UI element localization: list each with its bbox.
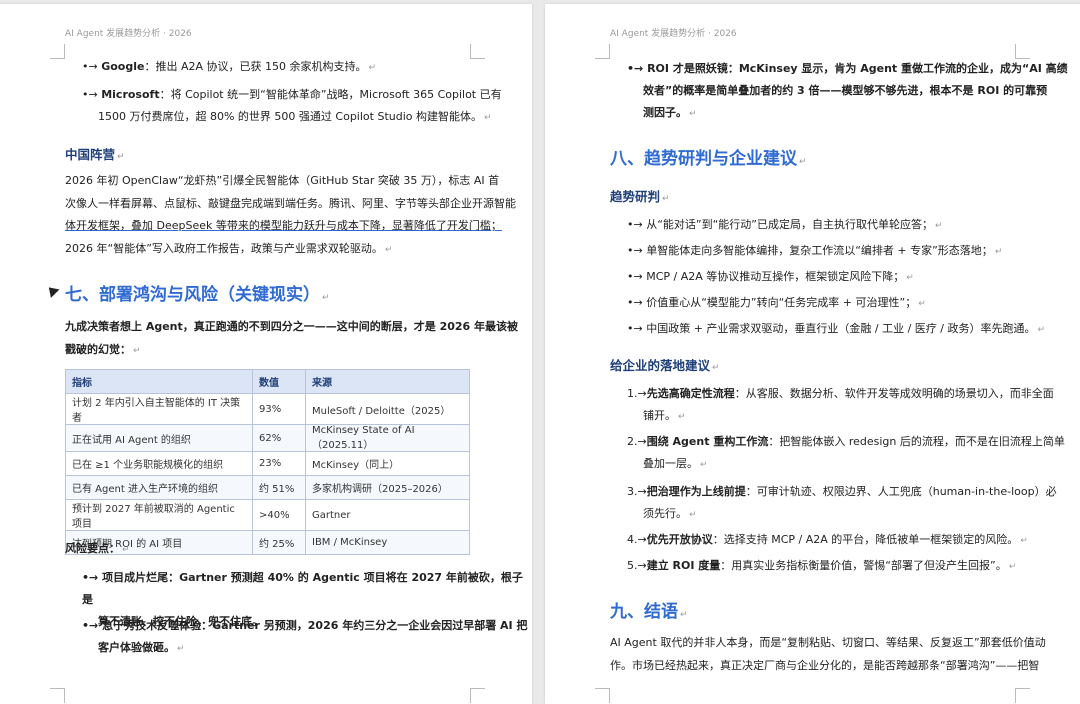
table-cell: 正在试用 AI Agent 的组织 (65, 424, 253, 452)
table-cell: 约 25% (252, 530, 306, 555)
advice-item: 1.→先选高确定性流程：从客服、数据分析、软件开发等成效明确的场景切入，而非全面… (627, 387, 1054, 422)
paragraph-china: 2026 年初 OpenClaw“龙虾热”引爆全民智能体（GitHub Star… (65, 174, 516, 255)
advice-item: 2.→围绕 Agent 重构工作流：把智能体嵌入 redesign 后的流程，而… (627, 435, 1065, 470)
table-cell: Gartner (305, 499, 470, 531)
margin-corner (595, 44, 610, 59)
table-cell: 约 51% (252, 475, 306, 500)
table-row: 已有 Agent 进入生产环境的组织 约 51% 多家机构调研（2025–202… (65, 475, 470, 500)
trend-bullet: •→ 中国政策 + 产业需求双驱动，垂直行业（金融 / 工业 / 医疗 / 政务… (627, 322, 1046, 335)
margin-corner (1015, 44, 1030, 59)
table-header-cell: 数值 (252, 369, 306, 394)
table-row: 已在 ≥1 个业务职能规模化的组织 23% McKinsey（同上） (65, 451, 470, 476)
conclusion-paragraph: AI Agent 取代的并非人本身，而是“复制粘贴、切窗口、等结果、反复返工”那… (610, 636, 1046, 672)
table-row: 正在试用 AI Agent 的组织 62% McKinsey State of … (65, 424, 470, 452)
advice-item: 3.→把治理作为上线前提：可审计轨迹、权限边界、人工兜底（human-in-th… (627, 485, 1057, 520)
table-cell: >40% (252, 499, 306, 531)
heading-china: 中国阵营 ↵ (65, 147, 125, 162)
table-cell: 62% (252, 424, 306, 452)
heading-trends: 趋势研判 ↵ (610, 189, 670, 204)
document-page-right: AI Agent 发展趋势分析 · 2026 •→ ROI 才是照妖镜：McKi… (545, 4, 1080, 704)
table-header-row: 指标 数值 来源 (65, 369, 470, 394)
table-row: 计划 2 年内引入自主智能体的 IT 决策者 93% MuleSoft / De… (65, 393, 470, 425)
intro-paragraph: 九成决策者想上 Agent，真正跑通的不到四分之一——这中间的断层，才是 202… (65, 320, 519, 356)
margin-corner (595, 688, 610, 703)
section-8-title: 八、趋势研判与企业建议 ↵ (610, 149, 807, 169)
table-header-cell: 指标 (65, 369, 253, 394)
table-cell: 多家机构调研（2025–2026） (305, 475, 470, 500)
margin-corner (470, 688, 485, 703)
table-cell: McKinsey State of AI（2025.11） (305, 424, 470, 452)
table-row: 预计到 2027 年前被取消的 Agentic 项目 >40% Gartner (65, 499, 470, 531)
section-9-title: 九、结语 ↵ (610, 602, 688, 622)
margin-corner (470, 44, 485, 59)
page-header: AI Agent 发展趋势分析 · 2026 (610, 29, 737, 39)
margin-corner (50, 44, 65, 59)
table-cell: 已在 ≥1 个业务职能规模化的组织 (65, 451, 253, 476)
risk-heading: 风险要点： ↵ (65, 542, 130, 555)
trend-bullet: •→ MCP / A2A 等协议推动互操作，框架锁定风险下降； ↵ (627, 270, 914, 283)
document-page-left: AI Agent 发展趋势分析 · 2026 •→ Google：推出 A2A … (0, 4, 532, 704)
margin-corner (1015, 688, 1030, 703)
bullet-google: •→ Google：推出 A2A 协议，已获 150 余家机构支持。 ↵ (82, 60, 377, 73)
table-cell: IBM / McKinsey (305, 530, 470, 555)
section-7-title: 七、部署鸿沟与风险（关键现实） ↵ (65, 285, 330, 305)
deployment-stats-table: 指标 数值 来源 计划 2 年内引入自主智能体的 IT 决策者 93% Mule… (65, 369, 470, 555)
page-header: AI Agent 发展趋势分析 · 2026 (65, 29, 192, 39)
trend-bullet: •→ 价值重心从“模型能力”转向“任务完成率 + 可治理性”； ↵ (627, 296, 926, 309)
table-cell: 23% (252, 451, 306, 476)
roi-bullet: •→ ROI 才是照妖镜：McKinsey 显示，肯为 Agent 重做工作流的… (627, 62, 1068, 119)
table-cell: McKinsey（同上） (305, 451, 470, 476)
collapse-heading-toggle[interactable] (44, 283, 60, 298)
table-cell: 预计到 2027 年前被取消的 Agentic 项目 (65, 499, 253, 531)
margin-corner (50, 688, 65, 703)
table-header-cell: 来源 (305, 369, 470, 394)
risk-bullet: •→ 急于秀技术反噬体验：Gartner 另预测，2026 年约三分之一企业会因… (82, 619, 528, 654)
advice-item: 5.→建立 ROI 度量：用真实业务指标衡量价值，警惕“部署了但没产生回报”。 ↵ (627, 559, 1017, 572)
advice-item: 4.→优先开放协议：选择支持 MCP / A2A 的平台，降低被单一框架锁定的风… (627, 533, 1028, 546)
trend-bullet: •→ 单智能体走向多智能体编排，复杂工作流以“编排者 + 专家”形态落地； ↵ (627, 244, 1003, 257)
trend-bullet: •→ 从“能对话”到“能行动”已成定局，自主执行取代单轮应答； ↵ (627, 218, 943, 231)
table-cell: MuleSoft / Deloitte（2025） (305, 393, 470, 425)
bullet-microsoft: •→ Microsoft：将 Copilot 统一到“智能体革命”战略，Micr… (82, 88, 502, 123)
table-cell: 计划 2 年内引入自主智能体的 IT 决策者 (65, 393, 253, 425)
heading-advice: 给企业的落地建议 ↵ (610, 358, 720, 373)
table-cell: 93% (252, 393, 306, 425)
table-cell: 已有 Agent 进入生产环境的组织 (65, 475, 253, 500)
